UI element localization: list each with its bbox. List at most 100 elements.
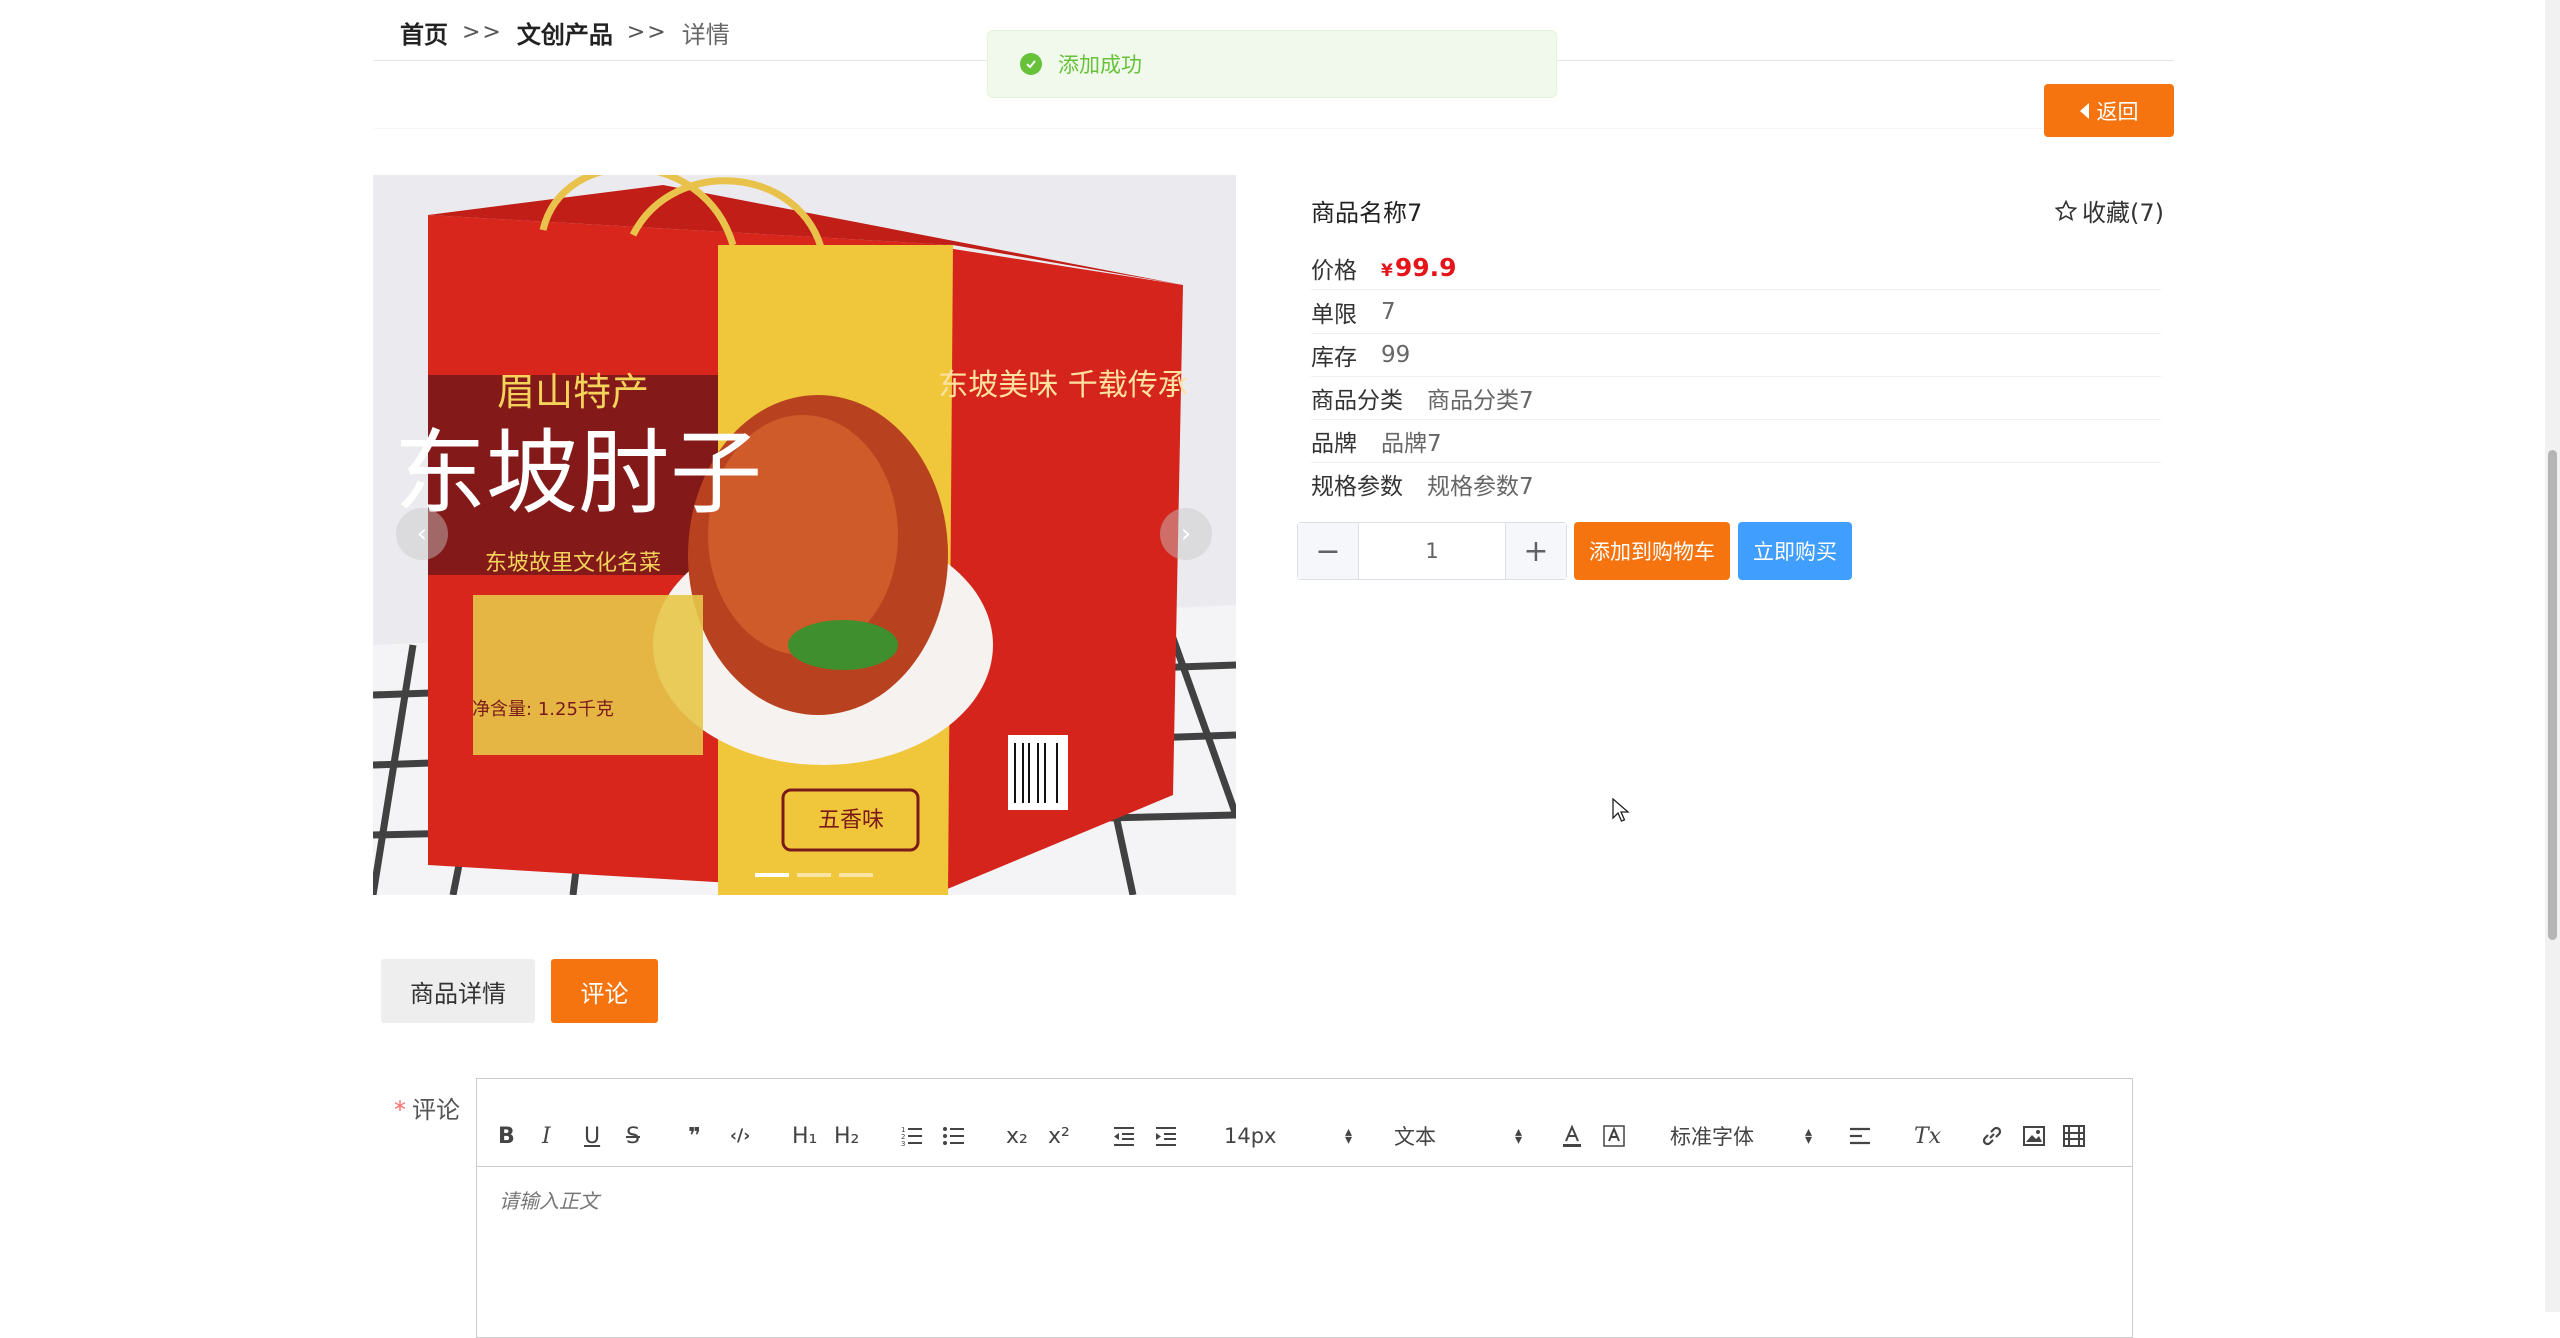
bullet-list-icon [943, 1127, 964, 1145]
box-title-text: 东坡肘子 [394, 420, 762, 527]
clear-format-button[interactable]: Tx [1914, 1119, 1941, 1153]
align-button[interactable] [1848, 1119, 1872, 1153]
code-block-button[interactable]: ‹/› [730, 1119, 750, 1153]
success-toast: 添加成功 [987, 30, 1557, 98]
brand-row: 品牌 品牌7 [1311, 419, 2161, 463]
select-arrows-icon: ▴ ▾ [1804, 1124, 1812, 1148]
carousel-indicator[interactable] [755, 873, 789, 877]
favorite-button[interactable]: 收藏(7) [2054, 193, 2164, 228]
price-row: 价格 ¥99.9 [1311, 246, 2161, 290]
price-label: 价格 [1311, 257, 1357, 284]
stock-row: 库存 99 [1311, 333, 2161, 377]
font-size-select[interactable]: 14px ▴ ▾ [1224, 1119, 1352, 1153]
breadcrumb-separator: >> [626, 19, 668, 45]
check-circle-icon [1020, 53, 1042, 75]
quantity-input[interactable]: 1 [1359, 523, 1505, 579]
svg-text:3: 3 [901, 1140, 905, 1147]
caret-left-icon [2079, 102, 2089, 119]
tab-product-details[interactable]: 商品详情 [381, 959, 535, 1023]
editor-toolbar-divider [476, 1166, 2133, 1167]
insert-image-button[interactable] [2022, 1119, 2046, 1153]
editor-placeholder[interactable]: 请输入正文 [499, 1185, 599, 1214]
superscript-button[interactable]: x² [1048, 1119, 1070, 1153]
quantity-decrease-button[interactable]: − [1298, 523, 1359, 579]
comment-editor [476, 1078, 2133, 1338]
category-value: 商品分类7 [1427, 387, 1534, 414]
align-left-icon [1850, 1127, 1870, 1145]
breadcrumb-current: 详情 [681, 20, 730, 49]
text-type-value: 文本 [1394, 1125, 1436, 1149]
insert-video-button[interactable] [2062, 1119, 2086, 1153]
carousel-indicator[interactable] [839, 873, 873, 877]
font-family-select[interactable]: 标准字体 ▴ ▾ [1670, 1119, 1812, 1153]
required-mark: * [394, 1096, 406, 1124]
select-arrows-icon: ▴ ▾ [1514, 1124, 1522, 1148]
breadcrumb-category-link[interactable]: 文创产品 [517, 15, 613, 50]
buy-now-button[interactable]: 立即购买 [1738, 522, 1852, 580]
star-outline-icon [2054, 199, 2078, 221]
carousel-prev-button[interactable]: ‹ [396, 508, 448, 560]
text-type-select[interactable]: 文本 ▴ ▾ [1394, 1119, 1522, 1153]
link-icon [1982, 1126, 2002, 1146]
chevron-right-icon: › [1180, 519, 1192, 549]
product-name: 商品名称7 [1311, 199, 1423, 227]
font-family-value: 标准字体 [1670, 1125, 1754, 1149]
toast-message: 添加成功 [1058, 53, 1142, 77]
chevron-left-icon: ‹ [416, 519, 428, 549]
select-arrows-icon: ▴ ▾ [1344, 1124, 1352, 1148]
blockquote-button[interactable]: ❞ [688, 1119, 701, 1153]
video-icon [2063, 1125, 2085, 1147]
stock-value: 99 [1381, 341, 1411, 368]
comment-label: * 评论 [394, 1096, 460, 1124]
outdent-button[interactable] [1112, 1119, 1136, 1153]
ordered-list-icon: 123 [901, 1126, 922, 1147]
image-icon [2023, 1126, 2045, 1146]
strikethrough-button[interactable]: S [626, 1119, 640, 1153]
add-to-cart-button[interactable]: 添加到购物车 [1574, 522, 1730, 580]
product-image-carousel[interactable]: 眉山特产 东坡肘子 东坡故里文化名菜 东坡美味 千载传承 净含量: 1.25千克… [373, 175, 1236, 895]
indent-button[interactable] [1154, 1119, 1178, 1153]
underline-button[interactable]: U [584, 1119, 600, 1153]
carousel-indicators [755, 873, 873, 877]
font-color-icon [1563, 1124, 1581, 1147]
product-image: 眉山特产 东坡肘子 东坡故里文化名菜 东坡美味 千载传承 净含量: 1.25千克… [373, 175, 1236, 895]
spec-value: 规格参数7 [1427, 473, 1534, 500]
spec-row: 规格参数 规格参数7 [1311, 462, 2161, 505]
background-color-button[interactable] [1602, 1119, 1626, 1153]
back-button[interactable]: 返回 [2044, 84, 2174, 137]
category-label: 商品分类 [1311, 387, 1403, 414]
brand-label: 品牌 [1311, 430, 1357, 457]
bold-button[interactable]: B [498, 1119, 515, 1153]
indent-icon [1156, 1127, 1176, 1146]
quantity-increase-button[interactable]: + [1505, 523, 1566, 579]
box-weight-text: 净含量: 1.25千克 [472, 699, 614, 720]
breadcrumb: 首页 >> 文创产品 >> 详情 [400, 12, 730, 52]
bullet-list-button[interactable] [942, 1119, 966, 1153]
limit-label: 单限 [1311, 301, 1357, 328]
background-color-icon [1603, 1125, 1625, 1147]
back-button-label: 返回 [2096, 99, 2139, 124]
box-slogan-text: 东坡美味 千载传承 [938, 368, 1188, 403]
limit-row: 单限 7 [1311, 290, 2161, 334]
page-scrollbar-thumb[interactable] [2548, 450, 2557, 940]
insert-link-button[interactable] [1980, 1119, 2004, 1153]
breadcrumb-home-link[interactable]: 首页 [400, 15, 448, 50]
carousel-next-button[interactable]: › [1160, 508, 1212, 560]
heading-1-button[interactable]: H₁ [792, 1119, 817, 1153]
mouse-cursor-icon [1612, 798, 1630, 822]
breadcrumb-separator: >> [462, 19, 503, 45]
heading-2-button[interactable]: H₂ [834, 1119, 859, 1153]
italic-button[interactable]: I [542, 1119, 551, 1153]
ordered-list-button[interactable]: 123 [900, 1119, 924, 1153]
limit-value: 7 [1381, 298, 1396, 325]
price-value: ¥99.9 [1381, 253, 1457, 282]
font-color-button[interactable] [1560, 1119, 1584, 1153]
spec-label: 规格参数 [1311, 473, 1403, 500]
header-divider [374, 128, 2174, 129]
tab-comments[interactable]: 评论 [551, 959, 658, 1023]
favorite-label: 收藏(7) [2082, 199, 2164, 227]
outdent-icon [1114, 1127, 1134, 1146]
carousel-indicator[interactable] [797, 873, 831, 877]
subscript-button[interactable]: x₂ [1006, 1119, 1028, 1153]
brand-value: 品牌7 [1381, 430, 1442, 457]
